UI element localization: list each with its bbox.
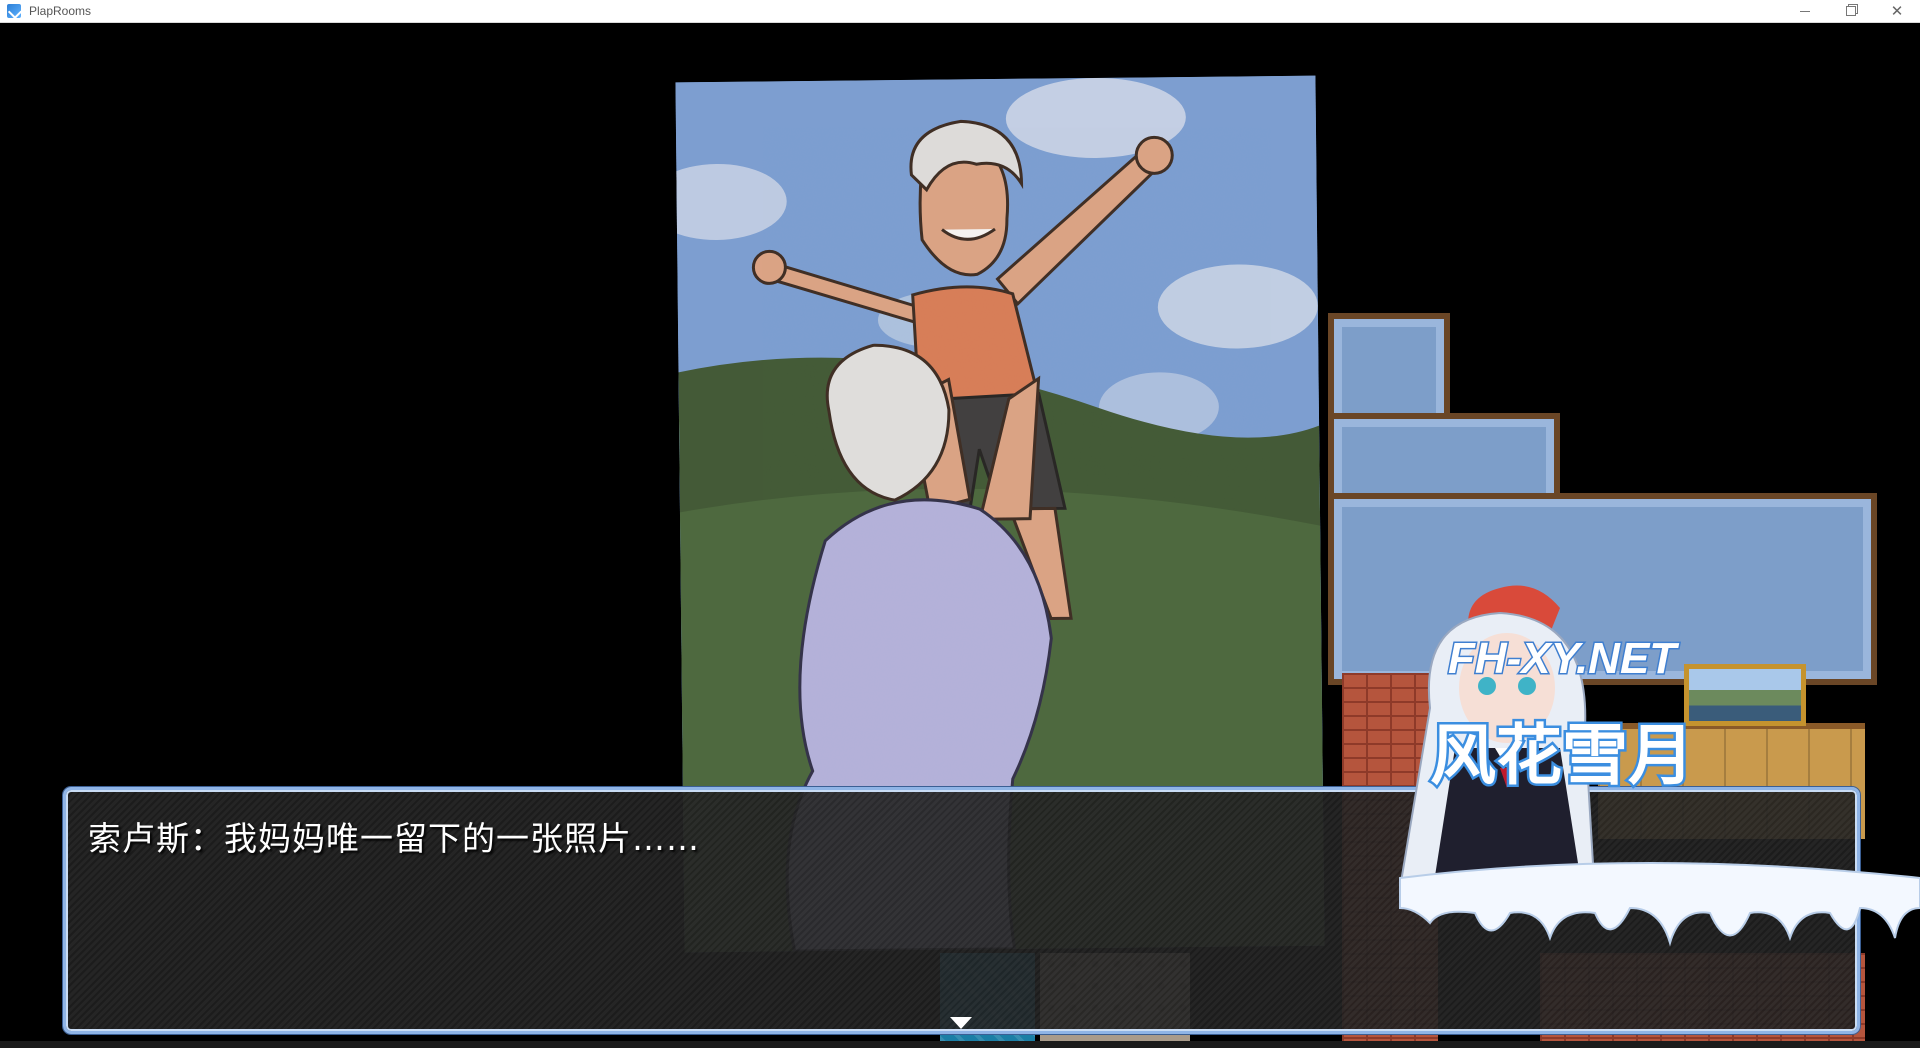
close-icon: ✕ — [1890, 1, 1904, 20]
close-button[interactable]: ✕ — [1874, 0, 1920, 22]
window-controls: ✕ — [1782, 0, 1920, 22]
watermark-brand: 风花雪月 — [1430, 717, 1694, 794]
restore-button[interactable] — [1828, 0, 1874, 22]
watermark-graphic: FH-XY.NET 风花雪月 — [1398, 585, 1920, 947]
minimize-button[interactable] — [1782, 0, 1828, 22]
window-title: PlapRooms — [29, 4, 92, 18]
watermark-overlay: FH-XY.NET 风花雪月 — [1360, 578, 1920, 968]
dialogue-text: 索卢斯：我妈妈唯一留下的一张照片…… — [88, 819, 700, 858]
game-window: PlapRooms ✕ 索卢斯：我妈妈唯一留下的一张照片…… FH-XY.NET… — [0, 0, 1920, 1048]
game-canvas[interactable]: 索卢斯：我妈妈唯一留下的一张照片…… FH-XY.NET 风花雪月 — [0, 23, 1920, 1041]
minimize-icon — [1800, 10, 1810, 12]
bottom-strip — [0, 1041, 1920, 1048]
restore-icon — [1846, 6, 1856, 16]
app-icon — [7, 4, 21, 18]
watermark-domain: FH-XY.NET — [1448, 634, 1679, 683]
continue-arrow-icon[interactable] — [950, 1017, 972, 1029]
window-titlebar[interactable]: PlapRooms ✕ — [0, 0, 1920, 23]
